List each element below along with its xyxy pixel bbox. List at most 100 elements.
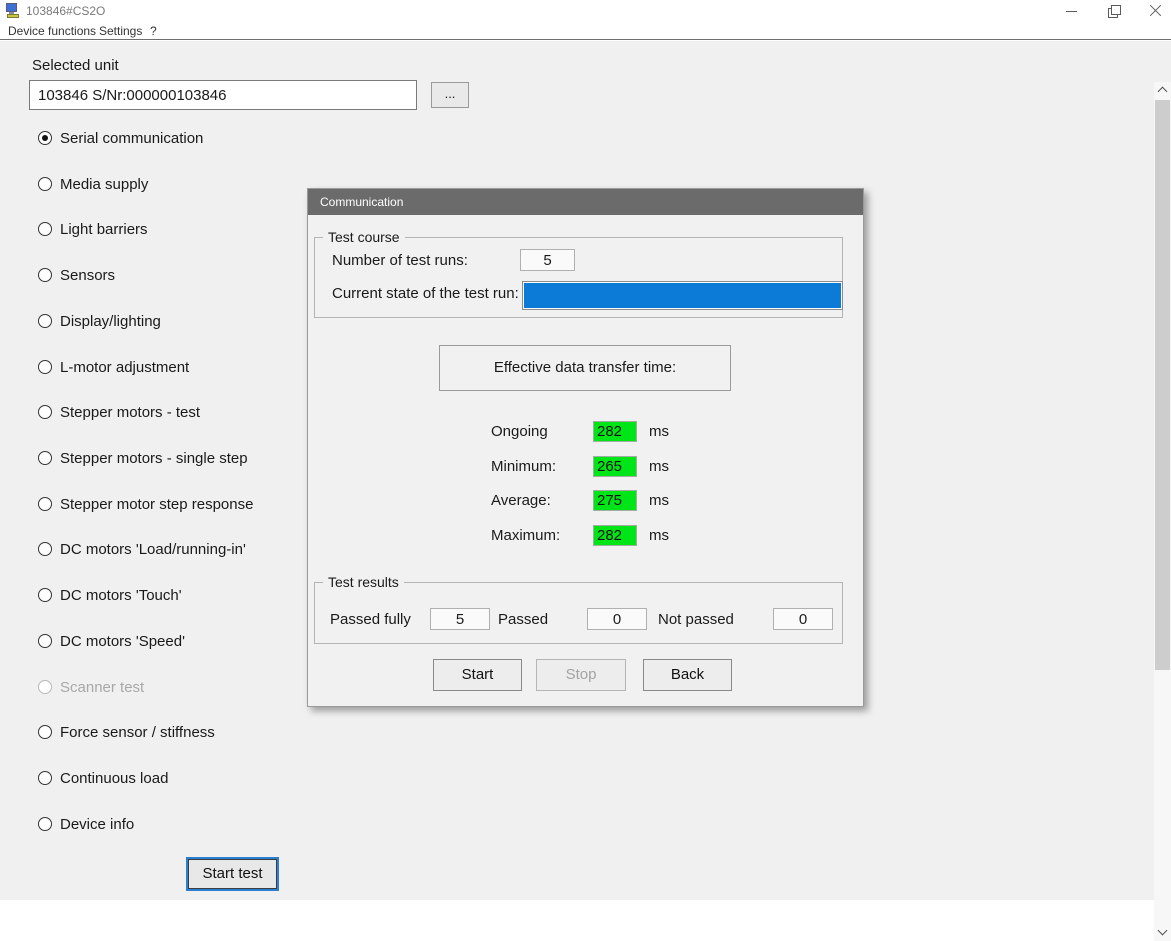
- start-button[interactable]: Start: [433, 659, 522, 691]
- metric-row-minimum: Minimum: 265 ms: [308, 456, 863, 478]
- test-option-label: Stepper motor step response: [60, 496, 253, 513]
- test-results-group-label: Test results: [323, 574, 404, 590]
- test-option-dc-motors-touch[interactable]: DC motors 'Touch': [38, 586, 182, 604]
- passed-fully-label: Passed fully: [330, 611, 411, 628]
- test-option-display-lighting[interactable]: Display/lighting: [38, 312, 161, 330]
- test-option-stepper-motors-single-step[interactable]: Stepper motors - single step: [38, 449, 248, 467]
- test-option-continuous-load[interactable]: Continuous load: [38, 769, 168, 787]
- test-option-scanner-test: Scanner test: [38, 678, 144, 696]
- selected-unit-label: Selected unit: [32, 57, 119, 74]
- test-option-label: Stepper motors - single step: [60, 450, 248, 467]
- ongoing-unit: ms: [649, 423, 669, 440]
- radio-icon: [38, 634, 52, 648]
- test-option-label: Scanner test: [60, 679, 144, 696]
- back-button[interactable]: Back: [643, 659, 732, 691]
- radio-icon: [38, 177, 52, 191]
- test-option-label: Serial communication: [60, 130, 203, 147]
- radio-icon: [38, 725, 52, 739]
- test-selection-list: Serial communication Media supply Light …: [38, 129, 298, 849]
- test-option-stepper-motors-test[interactable]: Stepper motors - test: [38, 403, 200, 421]
- main-client-area: Selected unit ... Serial communication M…: [0, 41, 1171, 900]
- window-titlebar: 103846#CS2O: [0, 0, 1171, 22]
- menu-device-functions[interactable]: Device functions: [8, 24, 96, 38]
- current-state-label: Current state of the test run:: [332, 285, 519, 302]
- radio-icon: [38, 817, 52, 831]
- test-option-label: DC motors 'Speed': [60, 633, 185, 650]
- average-value: 275: [593, 490, 637, 511]
- test-option-dc-motors-speed[interactable]: DC motors 'Speed': [38, 632, 185, 650]
- test-course-group-label: Test course: [323, 229, 405, 245]
- metric-row-average: Average: 275 ms: [308, 490, 863, 512]
- passed-label: Passed: [498, 611, 548, 628]
- maximum-unit: ms: [649, 527, 669, 544]
- test-results-group: Test results Passed fully 5 Passed 0 Not…: [314, 582, 843, 644]
- test-option-label: Force sensor / stiffness: [60, 724, 215, 741]
- radio-icon: [38, 360, 52, 374]
- radio-icon: [38, 542, 52, 556]
- minimum-value: 265: [593, 456, 637, 477]
- not-passed-label: Not passed: [658, 611, 734, 628]
- test-option-label: Sensors: [60, 267, 115, 284]
- test-option-light-barriers[interactable]: Light barriers: [38, 220, 148, 238]
- test-option-label: Light barriers: [60, 221, 148, 238]
- test-option-label: Stepper motors - test: [60, 404, 200, 421]
- radio-icon: [38, 131, 52, 145]
- scrollbar-thumb[interactable]: [1155, 100, 1170, 670]
- test-option-label: Device info: [60, 816, 134, 833]
- minimize-icon[interactable]: [1065, 4, 1079, 18]
- radio-icon: [38, 588, 52, 602]
- minimum-label: Minimum:: [491, 458, 556, 475]
- dialog-titlebar[interactable]: Communication: [308, 189, 863, 215]
- test-option-stepper-motor-step-response[interactable]: Stepper motor step response: [38, 495, 253, 513]
- radio-icon: [38, 680, 52, 694]
- test-option-label: L-motor adjustment: [60, 359, 189, 376]
- metric-row-maximum: Maximum: 282 ms: [308, 525, 863, 547]
- radio-icon: [38, 314, 52, 328]
- number-of-test-runs-label: Number of test runs:: [332, 252, 468, 269]
- test-option-force-sensor-stiffness[interactable]: Force sensor / stiffness: [38, 723, 215, 741]
- vertical-scrollbar[interactable]: [1154, 82, 1171, 941]
- test-option-label: DC motors 'Touch': [60, 587, 182, 604]
- test-option-label: Media supply: [60, 176, 148, 193]
- selected-unit-field[interactable]: [29, 80, 417, 110]
- browse-button[interactable]: ...: [431, 82, 469, 108]
- test-option-device-info[interactable]: Device info: [38, 815, 134, 833]
- radio-icon: [38, 451, 52, 465]
- restore-icon[interactable]: [1107, 4, 1121, 18]
- test-run-progress-bar: [522, 281, 843, 310]
- test-option-l-motor-adjustment[interactable]: L-motor adjustment: [38, 358, 189, 376]
- start-test-button[interactable]: Start test: [188, 859, 277, 889]
- average-label: Average:: [491, 492, 551, 509]
- test-option-dc-motors-load-running-in[interactable]: DC motors 'Load/running-in': [38, 540, 246, 558]
- passed-field: 0: [587, 608, 647, 630]
- scroll-up-icon[interactable]: [1154, 82, 1171, 99]
- ongoing-label: Ongoing: [491, 423, 548, 440]
- scroll-down-icon[interactable]: [1154, 924, 1171, 941]
- radio-icon: [38, 405, 52, 419]
- test-course-group: Test course Number of test runs: 5 Curre…: [314, 237, 843, 318]
- test-option-label: Display/lighting: [60, 313, 161, 330]
- not-passed-field: 0: [773, 608, 833, 630]
- app-icon: [5, 3, 21, 19]
- test-option-sensors[interactable]: Sensors: [38, 266, 115, 284]
- stop-button: Stop: [536, 659, 626, 691]
- radio-icon: [38, 222, 52, 236]
- ongoing-value: 282: [593, 421, 637, 442]
- minimum-unit: ms: [649, 458, 669, 475]
- average-unit: ms: [649, 492, 669, 509]
- radio-icon: [38, 497, 52, 511]
- test-option-media-supply[interactable]: Media supply: [38, 175, 148, 193]
- window-title: 103846#CS2O: [26, 4, 105, 18]
- menu-help[interactable]: ?: [150, 24, 157, 38]
- radio-icon: [38, 268, 52, 282]
- number-of-test-runs-field[interactable]: 5: [520, 249, 575, 271]
- transfer-time-header: Effective data transfer time:: [439, 345, 731, 391]
- progress-fill: [524, 283, 841, 308]
- menu-settings[interactable]: Settings: [99, 24, 142, 38]
- maximum-value: 282: [593, 525, 637, 546]
- menu-bar: Device functions Settings ?: [0, 22, 1171, 40]
- metric-row-ongoing: Ongoing 282 ms: [308, 421, 863, 443]
- close-icon[interactable]: [1149, 4, 1163, 18]
- test-option-serial-communication[interactable]: Serial communication: [38, 129, 203, 147]
- communication-dialog: Communication Test course Number of test…: [307, 188, 864, 707]
